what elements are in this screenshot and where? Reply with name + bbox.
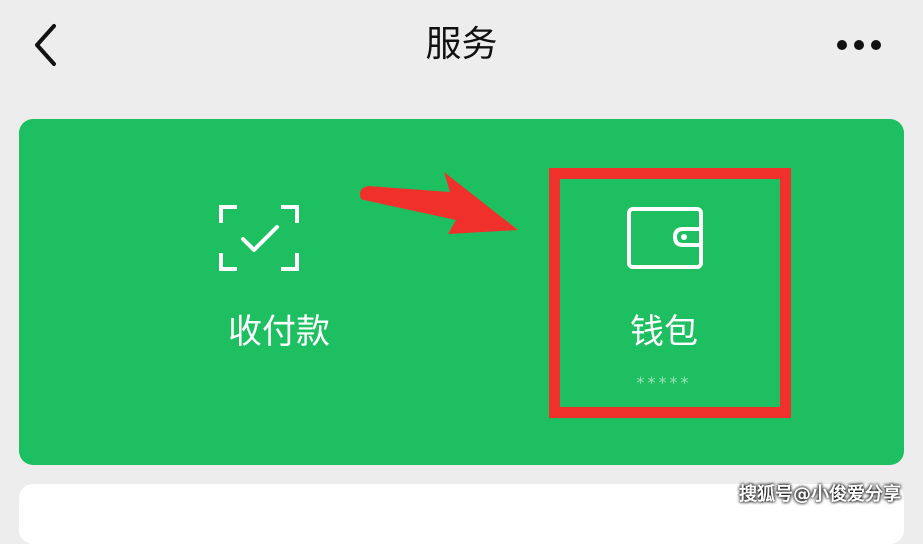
pay-receive-button[interactable]: 收付款 xyxy=(159,199,399,399)
top-bar: 服务 xyxy=(0,0,923,96)
pay-receive-label: 收付款 xyxy=(228,312,330,352)
wallet-label: 钱包 xyxy=(630,312,698,352)
wallet-balance-hidden: ***** xyxy=(636,373,692,392)
more-dots-icon xyxy=(837,40,881,50)
more-button[interactable] xyxy=(832,30,888,60)
page-title: 服务 xyxy=(425,24,498,65)
wallet-button[interactable]: 钱包 ***** xyxy=(559,199,769,399)
service-card: 收付款 钱包 ***** xyxy=(19,119,904,465)
wallet-icon xyxy=(627,207,703,269)
watermark: 搜狐号@小俊爱分享 xyxy=(739,484,901,505)
scan-check-icon xyxy=(219,205,299,271)
